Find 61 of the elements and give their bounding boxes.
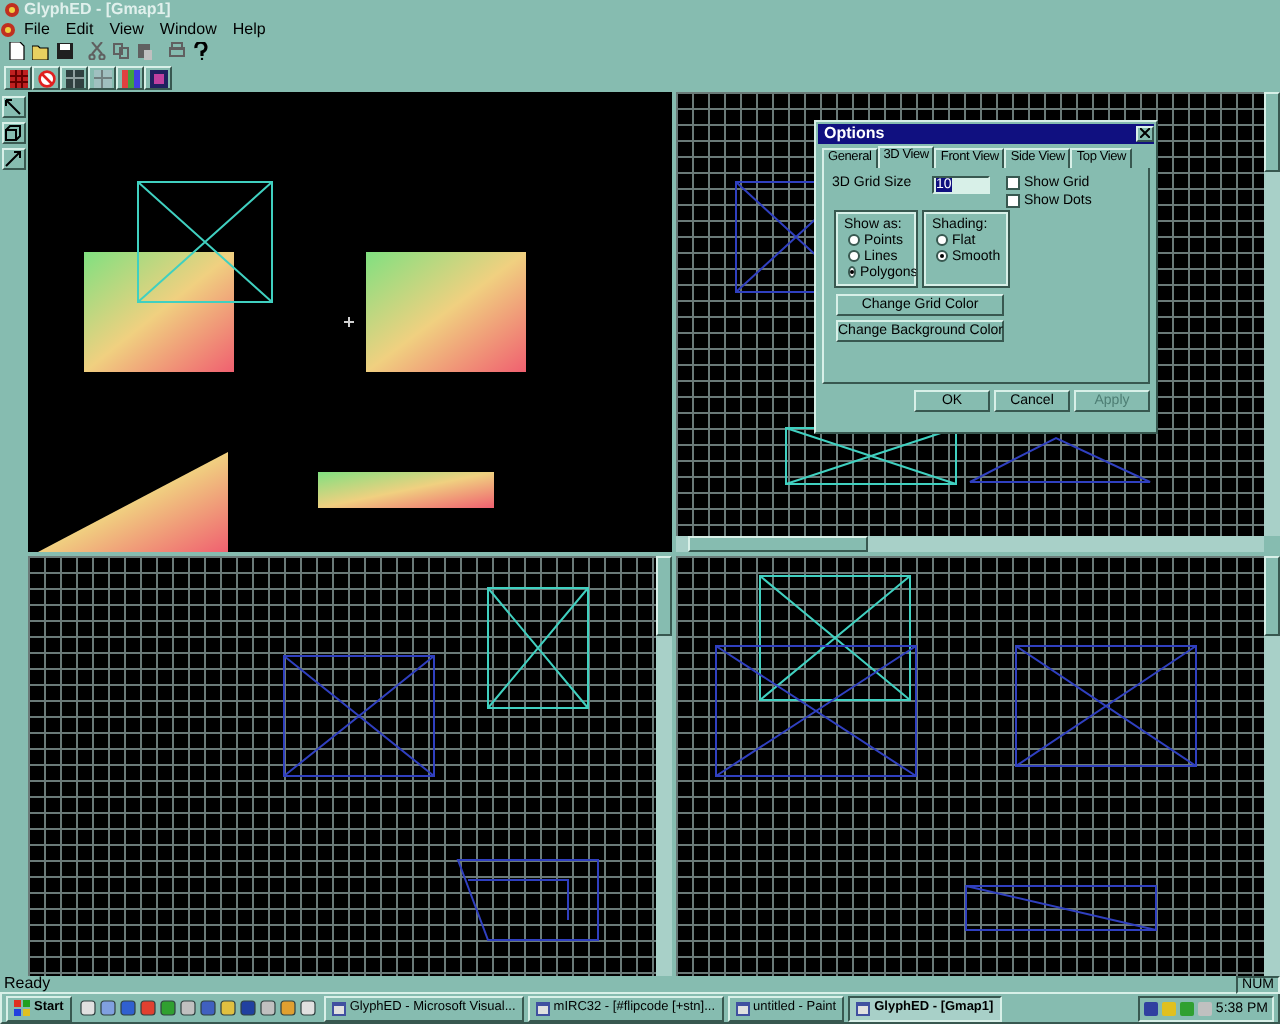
- radio-button[interactable]: [848, 250, 860, 262]
- tool-button[interactable]: [1, 122, 26, 144]
- horizontal-scrollbar[interactable]: [675, 536, 1264, 552]
- toolbar-button[interactable]: [144, 66, 172, 90]
- no-entry-icon: [37, 69, 55, 87]
- cube-tool-icon: [4, 124, 23, 142]
- move-tool-icon: [4, 150, 23, 168]
- checkbox[interactable]: [1006, 193, 1020, 207]
- radio-button[interactable]: [848, 266, 856, 278]
- window-icon: [856, 1001, 871, 1015]
- wireframe-shape: [456, 859, 599, 941]
- window-title: GlyphED - [Gmap1]: [24, 2, 171, 18]
- open-folder-icon: [31, 42, 49, 60]
- wireframe-box: [136, 181, 273, 303]
- tool-button[interactable]: [1, 148, 26, 170]
- vertical-scrollbar[interactable]: [1264, 556, 1280, 976]
- close-button[interactable]: [1136, 126, 1154, 142]
- crosshair-icon: [342, 316, 355, 328]
- radio-button[interactable]: [936, 234, 948, 246]
- tool-button[interactable]: [1, 96, 26, 118]
- arrow-tool-icon: [4, 98, 23, 116]
- menu-item[interactable]: Edit: [57, 21, 102, 37]
- dialog-title: Options: [824, 126, 885, 142]
- windows-logo-icon: [14, 1000, 30, 1016]
- window-icon: [735, 1001, 750, 1015]
- color-bars-icon: [121, 69, 139, 87]
- paste-icon: [135, 42, 153, 60]
- status-text: Ready: [4, 976, 51, 992]
- toolbar-button[interactable]: [116, 66, 144, 90]
- printer-icon: [167, 42, 185, 60]
- checkbox[interactable]: [1006, 175, 1020, 189]
- menu-item[interactable]: View: [101, 21, 152, 37]
- window-icon: [535, 1001, 550, 1015]
- save-icon: [55, 42, 73, 60]
- help-icon: [191, 42, 209, 60]
- toolbar-button[interactable]: [4, 40, 28, 62]
- menu-item[interactable]: File: [16, 21, 58, 37]
- menu-item[interactable]: Help: [224, 21, 274, 37]
- grid-icon: [9, 69, 27, 87]
- cross-grid-icon: [65, 69, 83, 87]
- wireframe-box: [486, 587, 589, 709]
- toolbar-button[interactable]: [60, 66, 88, 90]
- gradient-square-icon: [149, 69, 167, 87]
- toolbar-button[interactable]: [28, 40, 52, 62]
- menu-item[interactable]: Window: [151, 21, 225, 37]
- plus-grid-icon: [93, 69, 111, 87]
- close-icon: [1140, 128, 1150, 138]
- toolbar-button[interactable]: [32, 66, 60, 90]
- toolbar-button[interactable]: [188, 40, 212, 62]
- cut-icon: [87, 42, 105, 60]
- radio-button[interactable]: [848, 234, 860, 246]
- app-icon: [4, 2, 20, 18]
- radio-button[interactable]: [936, 250, 948, 262]
- document-icon[interactable]: [0, 21, 16, 37]
- toolbar-button[interactable]: [88, 66, 116, 90]
- window-icon: [331, 1001, 346, 1015]
- toolbar-button[interactable]: [52, 40, 76, 62]
- copy-icon: [111, 42, 129, 60]
- vertical-scrollbar[interactable]: [1264, 92, 1280, 536]
- toolbar-button[interactable]: [4, 66, 32, 90]
- new-file-icon: [7, 42, 25, 60]
